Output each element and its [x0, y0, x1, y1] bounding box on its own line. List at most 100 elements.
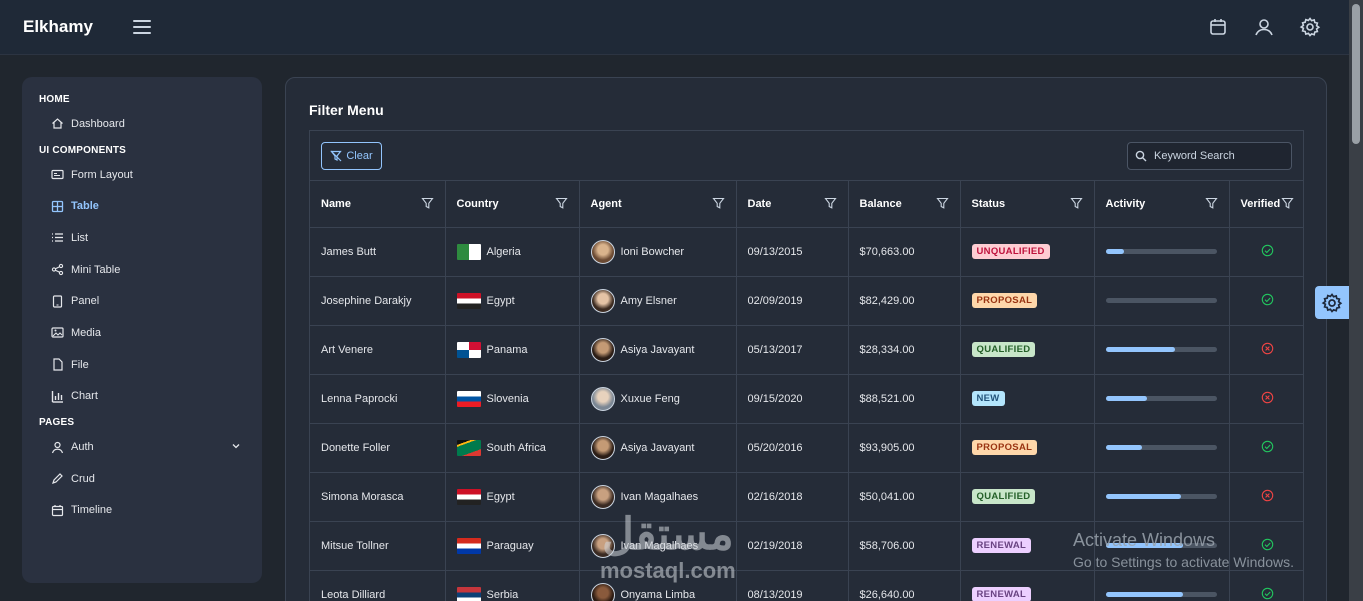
column-header-label: Activity — [1105, 197, 1146, 210]
column-header-label: Name — [321, 197, 351, 210]
cell-country: Slovenia — [445, 374, 580, 424]
sidebar-item-table[interactable]: Table — [39, 190, 245, 222]
watermark-brand-en: mostaql.com — [600, 558, 736, 583]
activity-progress-bar — [1105, 592, 1217, 597]
table-row[interactable]: Art Venere Panama Asiya Javayant 05/13/2… — [310, 325, 1303, 375]
cell-name: Mitsue Tollner — [310, 521, 446, 571]
customer-name: Mitsue Tollner — [321, 539, 389, 552]
sidebar-item-form-layout[interactable]: Form Layout — [39, 159, 245, 191]
table-row[interactable]: Josephine Darakjy Egypt Amy Elsner 02/09… — [310, 276, 1303, 326]
column-header-date[interactable]: Date — [736, 181, 849, 228]
sidebar-item-timeline[interactable]: Timeline — [39, 495, 245, 527]
table-row[interactable]: Leota Dilliard Serbia Onyama Limba 08/13… — [310, 570, 1303, 601]
column-header-activity[interactable]: Activity — [1094, 181, 1230, 228]
watermark-brand-ar: مستقل — [602, 510, 734, 559]
activity-progress-fill — [1105, 494, 1181, 499]
table-icon — [51, 200, 64, 213]
cell-date: 02/19/2018 — [736, 521, 849, 571]
cell-date: 09/15/2020 — [736, 374, 849, 424]
keyword-search[interactable] — [1127, 142, 1292, 170]
date-value: 09/15/2020 — [747, 392, 803, 405]
balance-value: $50,041.00 — [859, 490, 915, 503]
agent-avatar — [590, 484, 615, 509]
tablet-icon — [51, 295, 64, 308]
country-name: Egypt — [486, 294, 515, 307]
sidebar-item-media[interactable]: Media — [39, 317, 245, 349]
column-header-status[interactable]: Status — [960, 181, 1095, 228]
sidebar-item-panel[interactable]: Panel — [39, 285, 245, 317]
table-row[interactable]: Simona Morasca Egypt Ivan Magalhaes 02/1… — [310, 472, 1303, 522]
file-icon — [51, 358, 64, 371]
sidebar-item-file[interactable]: File — [39, 349, 245, 381]
pencil-icon — [51, 472, 64, 485]
scrollbar-thumb[interactable] — [1352, 4, 1360, 144]
column-filter-icon[interactable] — [711, 197, 725, 210]
sidebar-section-home: HOME — [39, 94, 70, 105]
cell-activity — [1094, 227, 1230, 277]
sidebar-section-ui-components: UI COMPONENTS — [39, 144, 127, 156]
country-name: Paraguay — [486, 539, 534, 552]
check-circle-icon — [1261, 440, 1273, 452]
cell-balance: $93,905.00 — [848, 423, 961, 473]
window-scrollbar[interactable] — [1349, 0, 1363, 601]
cell-name: Leota Dilliard — [310, 570, 446, 601]
sidebar-item-list[interactable]: List — [39, 222, 245, 254]
column-header-label: Agent — [590, 197, 622, 210]
column-header-balance[interactable]: Balance — [848, 181, 961, 228]
country-name: Slovenia — [486, 392, 529, 405]
check-circle-icon — [1261, 538, 1273, 550]
column-header-label: Balance — [859, 197, 902, 210]
country-flag-icon — [456, 390, 481, 407]
column-filter-icon[interactable] — [1204, 197, 1218, 210]
calendar-icon — [51, 504, 64, 517]
cell-balance: $88,521.00 — [848, 374, 961, 424]
sidebar-item-label: Crud — [71, 472, 95, 485]
config-gear-button[interactable] — [1315, 286, 1349, 319]
column-filter-icon[interactable] — [823, 197, 837, 210]
cell-date: 05/13/2017 — [736, 325, 849, 375]
table-row[interactable]: James Butt Algeria Ioni Bowcher 09/13/20… — [310, 227, 1303, 277]
column-filter-icon[interactable] — [1280, 197, 1294, 210]
table-row[interactable]: Donette Foller South Africa Asiya Javaya… — [310, 423, 1303, 473]
settings-gear-icon[interactable] — [1299, 16, 1321, 38]
clear-filter-button[interactable]: Clear — [321, 142, 382, 170]
check-circle-icon — [1261, 587, 1273, 599]
chevron-down-icon[interactable] — [231, 441, 241, 451]
country-name: Serbia — [486, 588, 519, 601]
column-filter-icon[interactable] — [1069, 197, 1083, 210]
agent-avatar — [590, 239, 615, 264]
times-circle-icon — [1261, 391, 1273, 403]
search-input[interactable] — [1154, 150, 1284, 162]
column-filter-icon[interactable] — [935, 197, 949, 210]
balance-value: $88,521.00 — [859, 392, 915, 405]
mostaql-watermark: مستقل mostaql.com — [600, 512, 736, 584]
sidebar-item-chart[interactable]: Chart — [39, 381, 245, 413]
agent-name: Asiya Javayant — [620, 441, 695, 454]
sidebar-item-mini-table[interactable]: Mini Table — [39, 254, 245, 286]
column-filter-icon[interactable] — [554, 197, 568, 210]
hamburger-menu-icon[interactable] — [132, 17, 152, 37]
column-filter-icon[interactable] — [420, 197, 434, 210]
table-row[interactable]: Lenna Paprocki Slovenia Xuxue Feng 09/15… — [310, 374, 1303, 424]
user-icon[interactable] — [1253, 16, 1275, 38]
cell-country: Panama — [445, 325, 580, 375]
sidebar-item-dashboard[interactable]: Dashboard — [39, 108, 245, 140]
status-badge: PROPOSAL — [971, 293, 1038, 308]
agent-avatar — [590, 582, 615, 601]
column-header-name[interactable]: Name — [310, 181, 446, 228]
column-header-agent[interactable]: Agent — [579, 181, 737, 228]
sidebar-item-label: Form Layout — [71, 168, 133, 181]
sidebar-item-auth[interactable]: Auth — [39, 431, 245, 463]
status-badge: UNQUALIFIED — [971, 244, 1050, 259]
cell-country: South Africa — [445, 423, 580, 473]
country-flag-icon — [456, 488, 481, 505]
country-name: Panama — [486, 343, 528, 356]
cell-agent: Ioni Bowcher — [579, 227, 737, 277]
sidebar-item-crud[interactable]: Crud — [39, 463, 245, 495]
app-logo[interactable]: Elkhamy — [23, 17, 93, 37]
column-header-verified[interactable]: Verified — [1229, 181, 1303, 228]
calendar-icon[interactable] — [1207, 16, 1229, 38]
activity-progress-bar — [1105, 298, 1217, 303]
status-badge: QUALIFIED — [971, 489, 1036, 504]
column-header-country[interactable]: Country — [445, 181, 580, 228]
